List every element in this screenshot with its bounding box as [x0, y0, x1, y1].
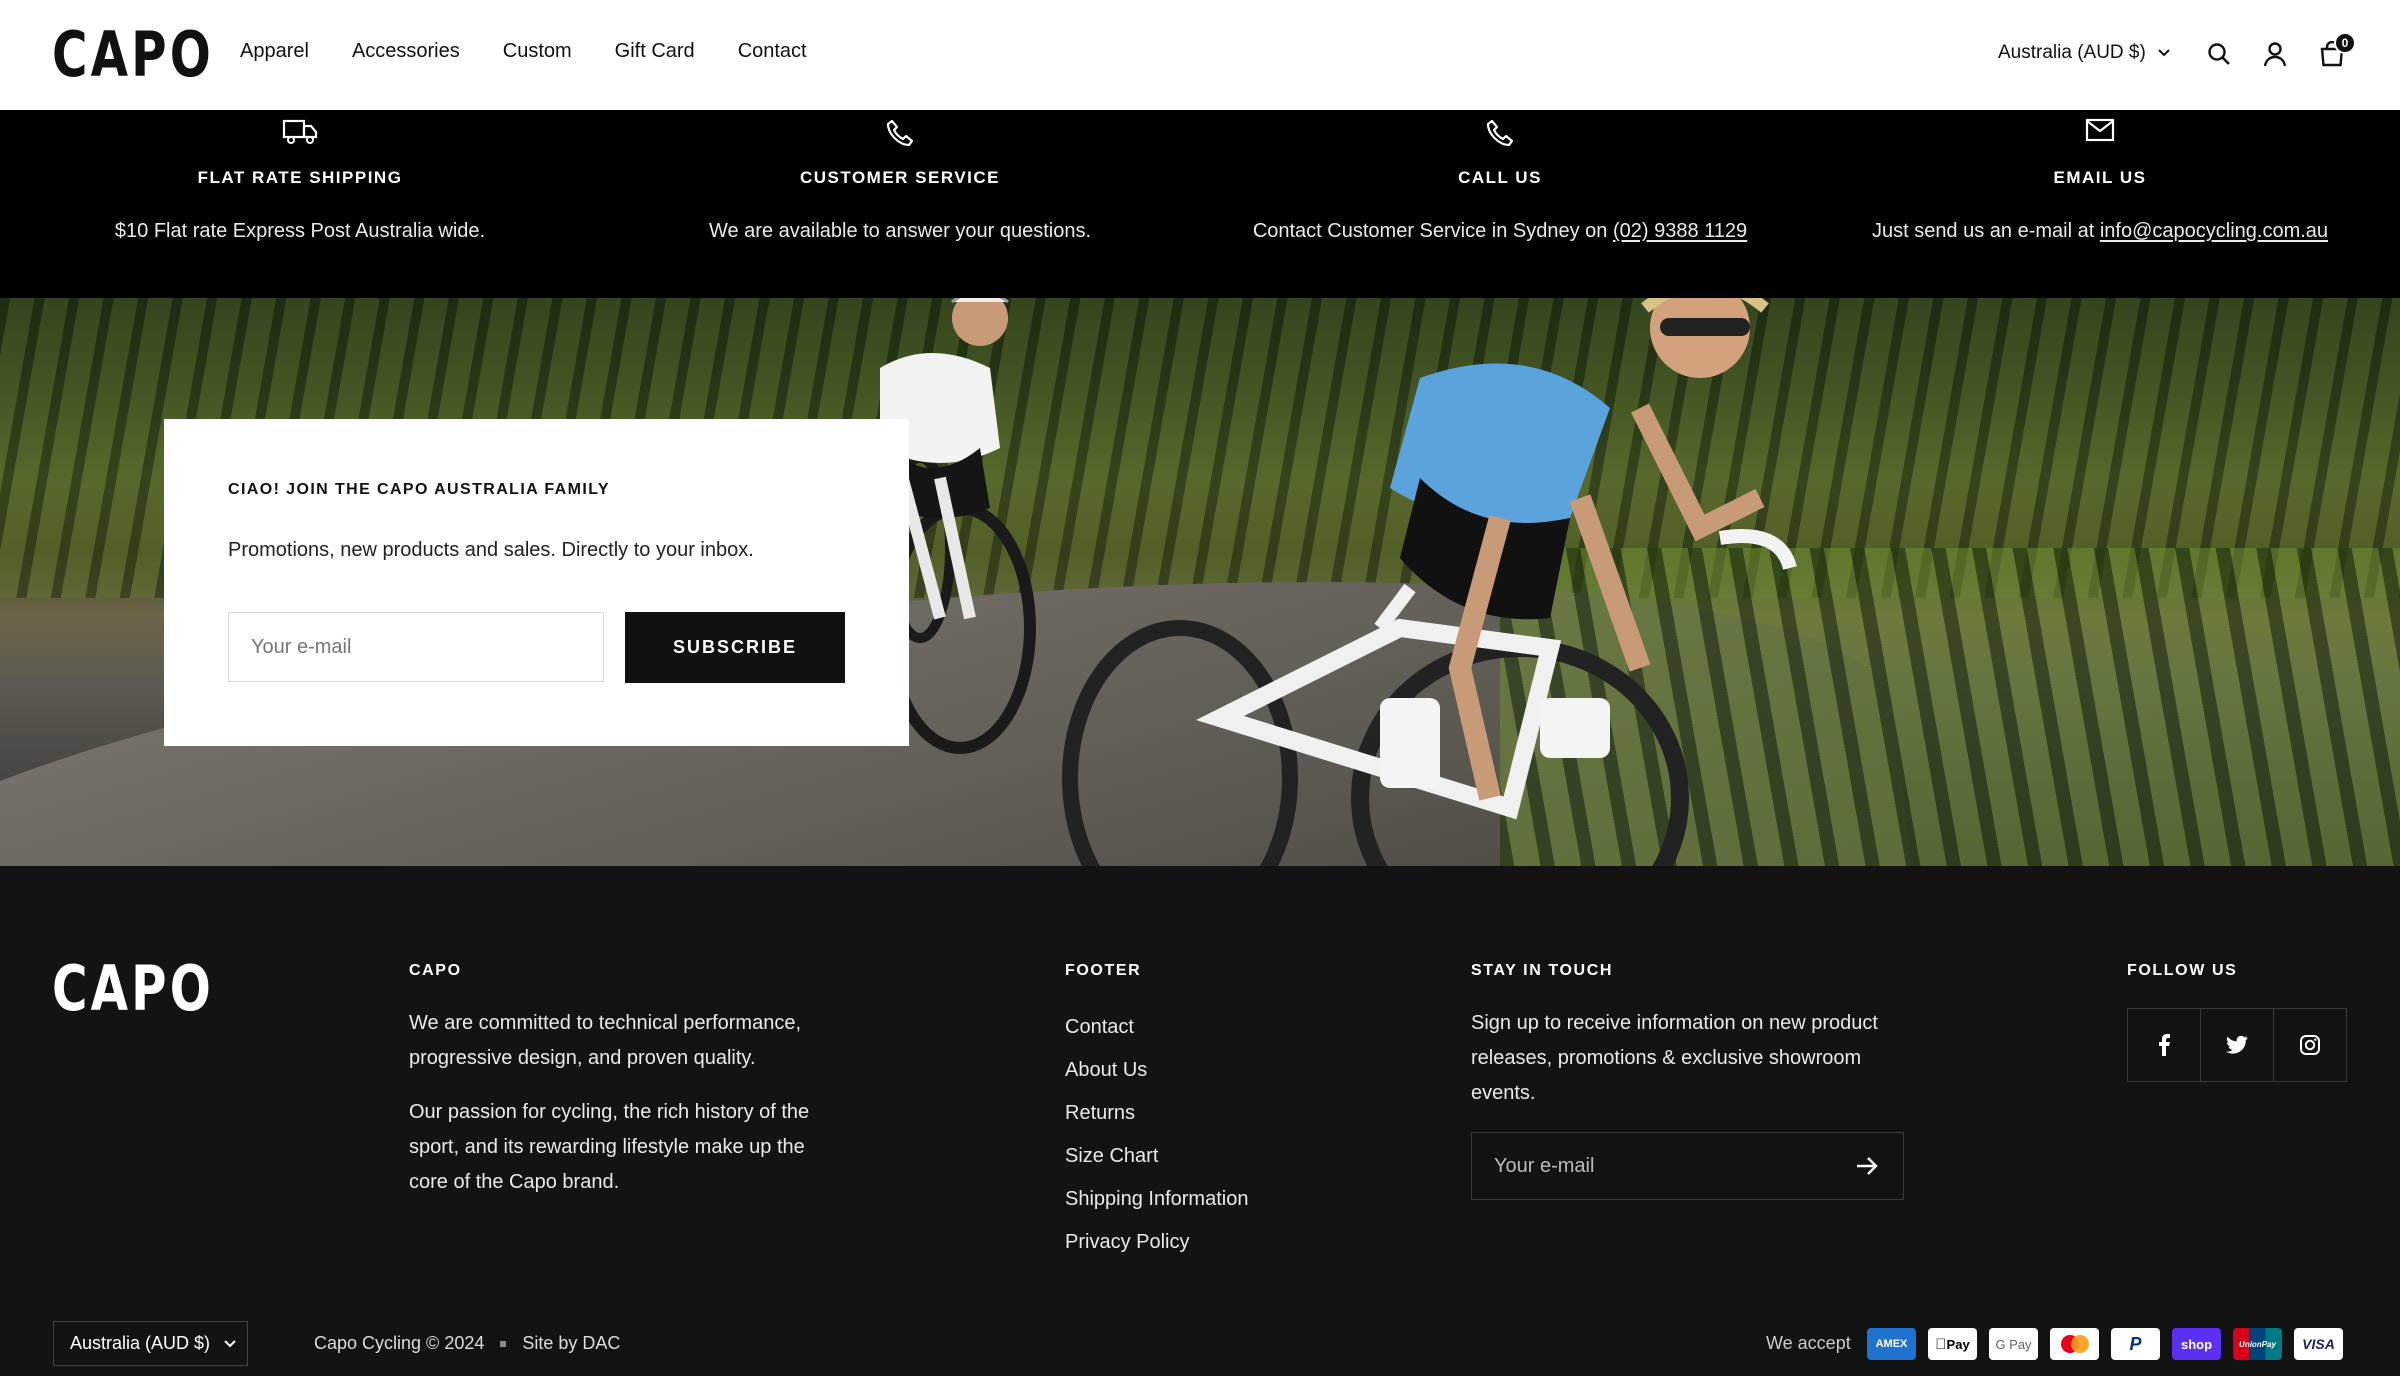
country-label: Australia (AUD $) [1998, 42, 2146, 63]
newsletter-card: CIAO! JOIN THE CAPO AUSTRALIA FAMILY Pro… [164, 419, 909, 746]
feature-call-us: CALL US Contact Customer Service in Sydn… [1200, 110, 1800, 298]
main-nav: Apparel Accessories Custom Gift Card Con… [240, 40, 807, 63]
footer-link-shipping-information[interactable]: Shipping Information [1065, 1178, 1248, 1221]
feature-text: Contact Customer Service in Sydney on (0… [1252, 220, 1748, 242]
cart-count-badge: 0 [2334, 32, 2356, 54]
feature-title: EMAIL US [2053, 168, 2147, 187]
site-by-link[interactable]: Site by DAC [522, 1333, 620, 1354]
footer-link-size-chart[interactable]: Size Chart [1065, 1135, 1248, 1178]
copyright-text: Capo Cycling © 2024 [314, 1333, 485, 1353]
phone-link[interactable]: (02) 9388 1129 [1613, 220, 1747, 242]
mail-icon [2085, 118, 2115, 147]
feature-text: Just send us an e-mail at info@capocycli… [1871, 220, 2329, 242]
chevron-down-icon [2158, 49, 2170, 57]
footer-country-label: Australia (AUD $) [70, 1333, 211, 1353]
features-strip: FLAT RATE SHIPPING $10 Flat rate Express… [0, 110, 2400, 298]
nav-gift-card[interactable]: Gift Card [615, 40, 695, 63]
footer-heading-follow-us: FOLLOW US [2127, 962, 2238, 979]
feature-email-us: EMAIL US Just send us an e-mail at info@… [1800, 110, 2400, 298]
feature-title: CALL US [1458, 168, 1542, 187]
visa-icon: VISA [2294, 1328, 2343, 1360]
footer-link-about-us[interactable]: About Us [1065, 1049, 1248, 1092]
copyright-row: Capo Cycling © 2024 Site by DAC [314, 1333, 620, 1354]
cyclists-illustration [880, 298, 1797, 866]
nav-accessories[interactable]: Accessories [352, 40, 460, 63]
hero-image: CIAO! JOIN THE CAPO AUSTRALIA FAMILY Pro… [0, 298, 2400, 866]
feature-shipping: FLAT RATE SHIPPING $10 Flat rate Express… [0, 110, 600, 298]
instagram-icon[interactable] [2274, 1009, 2346, 1081]
account-icon[interactable] [2259, 38, 2291, 70]
amex-icon: AMEX [1867, 1328, 1916, 1360]
truck-icon [282, 118, 318, 151]
feature-text: We are available to answer your question… [708, 220, 1092, 242]
footer-email-placeholder: Your e-mail [1494, 1154, 1595, 1177]
chevron-down-icon [224, 1339, 236, 1347]
site-footer: CAPO CAPO We are committed to technical … [0, 866, 2400, 1376]
footer-country-selector[interactable]: Australia (AUD $) [53, 1321, 248, 1366]
google-pay-icon: G Pay [1989, 1328, 2038, 1360]
search-icon[interactable] [2203, 38, 2235, 70]
nav-contact[interactable]: Contact [738, 40, 807, 63]
footer-link-returns[interactable]: Returns [1065, 1092, 1248, 1135]
country-selector[interactable]: Australia (AUD $) [1998, 42, 2170, 64]
footer-link-privacy-policy[interactable]: Privacy Policy [1065, 1221, 1248, 1264]
newsletter-email-input[interactable]: Your e-mail [228, 612, 604, 682]
mastercard-icon [2050, 1328, 2099, 1360]
paypal-icon: P [2111, 1328, 2160, 1360]
footer-stay-text: Sign up to receive information on new pr… [1471, 1012, 1878, 1104]
apple-pay-icon: Pay [1928, 1328, 1977, 1360]
unionpay-icon: UnionPay [2233, 1328, 2282, 1360]
footer-capo-text-1: We are committed to technical performanc… [409, 1012, 802, 1069]
feature-title: FLAT RATE SHIPPING [197, 168, 403, 187]
footer-logo[interactable]: CAPO [52, 954, 214, 1024]
newsletter-text: Promotions, new products and sales. Dire… [228, 539, 754, 561]
footer-links: Contact About Us Returns Size Chart Ship… [1065, 1006, 1248, 1264]
footer-capo-text-2: Our passion for cycling, the rich histor… [409, 1101, 810, 1193]
capo-logo[interactable]: CAPO [52, 20, 214, 90]
nav-custom[interactable]: Custom [503, 40, 572, 63]
feature-customer-service: CUSTOMER SERVICE We are available to ans… [600, 110, 1200, 298]
subscribe-button[interactable]: SUBSCRIBE [625, 612, 845, 683]
feature-title: CUSTOMER SERVICE [799, 168, 1001, 187]
phone-icon [1485, 118, 1515, 153]
nav-apparel[interactable]: Apparel [240, 40, 309, 63]
arrow-right-icon[interactable] [1855, 1155, 1879, 1177]
social-links [2127, 1008, 2347, 1082]
newsletter-title: CIAO! JOIN THE CAPO AUSTRALIA FAMILY [228, 481, 610, 498]
email-link[interactable]: info@capocycling.com.au [2100, 220, 2328, 242]
phone-icon [885, 118, 915, 153]
feature-text: $10 Flat rate Express Post Australia wid… [114, 220, 486, 242]
footer-heading-capo: CAPO [409, 962, 462, 979]
we-accept-label: We accept [1766, 1333, 1851, 1353]
footer-heading-stay-in-touch: STAY IN TOUCH [1471, 962, 1614, 979]
twitter-icon[interactable] [2201, 1009, 2274, 1081]
facebook-icon[interactable] [2128, 1009, 2201, 1081]
footer-email-input[interactable]: Your e-mail [1471, 1132, 1904, 1200]
separator-dot [500, 1340, 507, 1347]
footer-link-contact[interactable]: Contact [1065, 1006, 1248, 1049]
footer-heading-links: FOOTER [1065, 962, 1142, 979]
shop-pay-icon: shop [2172, 1328, 2221, 1360]
cart-button[interactable]: 0 [2316, 32, 2356, 70]
site-header: CAPO Apparel Accessories Custom Gift Car… [0, 0, 2400, 110]
